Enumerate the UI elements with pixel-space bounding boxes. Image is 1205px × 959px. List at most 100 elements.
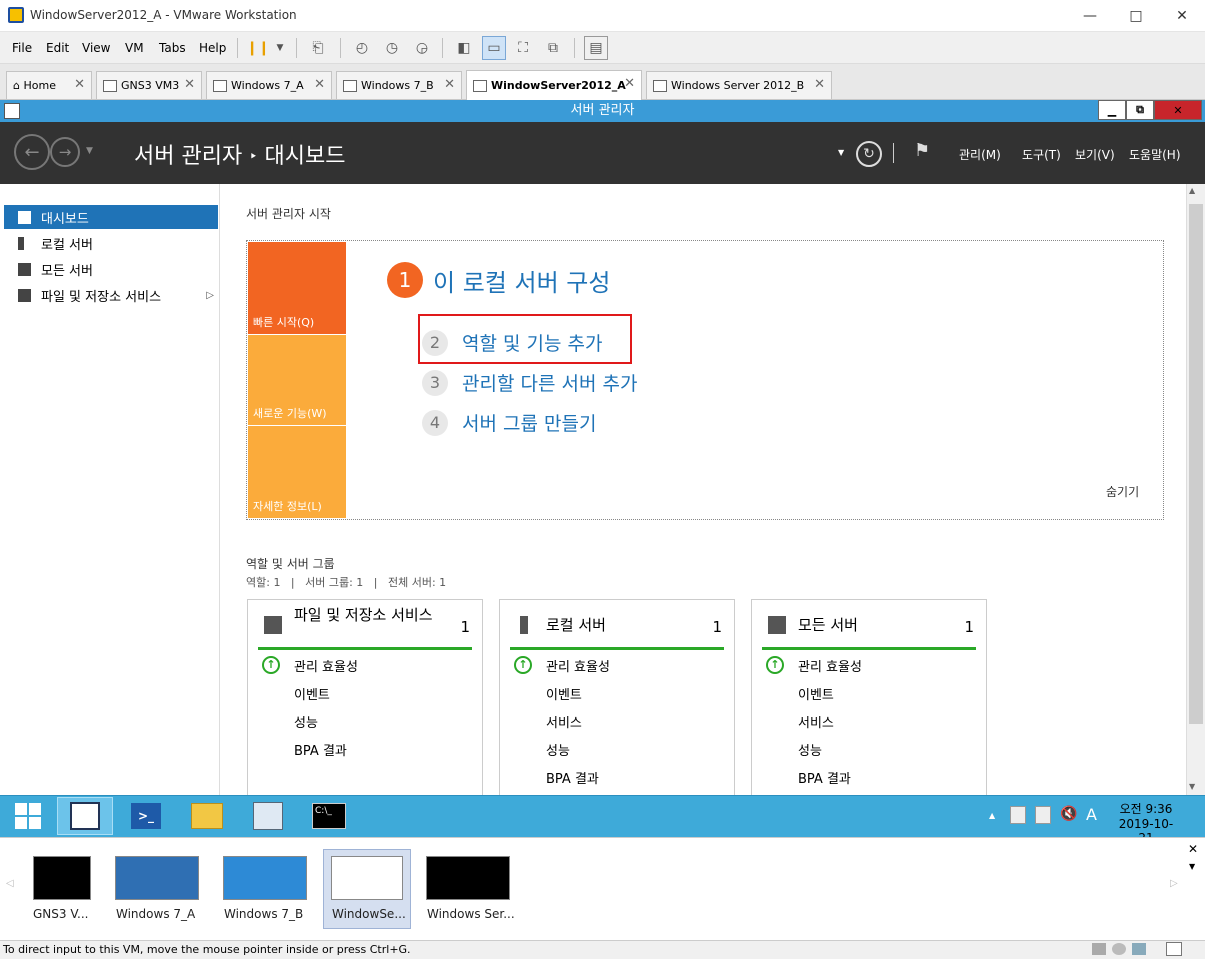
card-row[interactable]: BPA 결과 xyxy=(798,768,851,787)
menu-view[interactable]: View xyxy=(82,41,110,55)
quick-start-block[interactable]: 빠른 시작(Q) xyxy=(248,242,346,334)
notifications-flag-icon[interactable]: ⚑ xyxy=(914,140,930,161)
menu-file[interactable]: File xyxy=(12,41,32,55)
snapshot-manager-icon[interactable]: ◶ xyxy=(410,36,434,60)
taskbar-powershell[interactable]: >_ xyxy=(118,797,174,835)
card-row[interactable]: BPA 결과 xyxy=(294,740,347,759)
card-row[interactable]: 서비스 xyxy=(546,712,582,731)
minimize-button[interactable]: — xyxy=(1067,0,1113,32)
thumb-windows-7-a[interactable] xyxy=(115,856,199,900)
role-card-all-servers[interactable]: 모든 서버 1 ↑ 관리 효율성 이벤트 서비스 성능 BPA 결과 xyxy=(751,599,987,799)
send-ctrl-alt-del-icon[interactable]: ⎗ xyxy=(306,36,330,60)
card-row[interactable]: 관리 효율성 xyxy=(546,656,610,675)
tab-home[interactable]: ⌂ Home ✕ xyxy=(6,71,92,99)
whats-new-block[interactable]: 새로운 기능(W) xyxy=(248,335,346,425)
role-card-file-storage[interactable]: 파일 및 저장소 서비스 1 ↑ 관리 효율성 이벤트 성능 BPA 결과 xyxy=(247,599,483,799)
create-server-group-link[interactable]: 4 서버 그룹 만들기 xyxy=(422,409,596,436)
thumb-windows-server-2012-b[interactable] xyxy=(426,856,510,900)
scroll-thumb[interactable] xyxy=(1189,204,1203,724)
refresh-dropdown-icon[interactable]: ▼ xyxy=(838,148,844,157)
card-row[interactable]: 성능 xyxy=(798,740,822,759)
volume-muted-icon[interactable]: 🔇 xyxy=(1060,806,1077,822)
cd-icon[interactable] xyxy=(1112,943,1126,955)
card-row[interactable]: 이벤트 xyxy=(546,684,582,703)
vertical-scrollbar[interactable]: ▲ ▼ xyxy=(1186,184,1205,795)
taskbar-explorer[interactable] xyxy=(179,797,235,835)
close-icon[interactable]: ✕ xyxy=(624,76,635,91)
back-arrow-icon[interactable]: ← xyxy=(14,134,50,170)
menu-view-sm[interactable]: 보기(V) xyxy=(1075,146,1115,163)
tab-windows-server-2012-b[interactable]: Windows Server 2012_B ✕ xyxy=(646,71,832,99)
menu-help-sm[interactable]: 도움말(H) xyxy=(1129,146,1181,163)
close-icon[interactable]: ✕ xyxy=(184,77,195,92)
action-center-icon[interactable] xyxy=(1010,806,1026,824)
fullscreen-icon[interactable]: ⛶ xyxy=(511,36,535,60)
scroll-down-icon[interactable]: ▼ xyxy=(1189,782,1195,791)
close-window-button[interactable]: ✕ xyxy=(1159,0,1205,32)
taskbar-control-panel[interactable] xyxy=(240,797,296,835)
sm-close-button[interactable]: ✕ xyxy=(1154,100,1202,120)
card-row[interactable]: 관리 효율성 xyxy=(798,656,862,675)
card-row[interactable]: 서비스 xyxy=(798,712,834,731)
thumbs-scroll-right-icon[interactable]: ▷ xyxy=(1170,878,1178,889)
close-icon[interactable]: ✕ xyxy=(314,77,325,92)
message-log-icon[interactable] xyxy=(1166,942,1182,956)
menu-manage[interactable]: 관리(M) xyxy=(959,146,1001,163)
start-button[interactable] xyxy=(0,797,56,835)
card-row[interactable]: BPA 결과 xyxy=(546,768,599,787)
tray-expand-icon[interactable]: ▲ xyxy=(989,811,995,820)
sidebar-item-local-server[interactable]: 로컬 서버 xyxy=(4,231,218,255)
thumbs-menu-icon[interactable]: ▼ xyxy=(1189,862,1195,871)
taskbar-cmd[interactable]: C:\_ xyxy=(301,797,357,835)
ime-indicator[interactable]: A xyxy=(1086,805,1097,824)
pause-icon[interactable]: ❙❙ xyxy=(246,36,270,60)
network-adapter-icon[interactable] xyxy=(1132,943,1146,955)
thumbs-scroll-left-icon[interactable]: ◁ xyxy=(6,878,14,889)
menu-vm[interactable]: VM xyxy=(125,41,144,55)
hide-link[interactable]: 숨기기 xyxy=(1106,483,1139,500)
tab-windows-7-a[interactable]: Windows 7_A ✕ xyxy=(206,71,332,99)
history-dropdown-icon[interactable]: ▼ xyxy=(86,146,93,156)
card-row[interactable]: 성능 xyxy=(294,712,318,731)
configure-local-server-link[interactable]: 1 이 로컬 서버 구성 xyxy=(387,262,610,298)
snapshot-icon[interactable]: ◴ xyxy=(350,36,374,60)
thumb-windowserver2012-a[interactable] xyxy=(331,856,403,900)
close-icon[interactable]: ✕ xyxy=(74,77,85,92)
revert-snapshot-icon[interactable]: ◷ xyxy=(380,36,404,60)
sm-restore-button[interactable]: ⧉ xyxy=(1126,100,1154,120)
menu-tabs[interactable]: Tabs xyxy=(159,41,186,55)
thumbs-close-icon[interactable]: ✕ xyxy=(1188,842,1198,856)
card-row[interactable]: 성능 xyxy=(546,740,570,759)
chevron-down-icon[interactable]: ▼ xyxy=(268,36,292,60)
library-icon[interactable]: ◧ xyxy=(452,36,476,60)
menu-tools[interactable]: 도구(T) xyxy=(1022,146,1061,163)
menu-help[interactable]: Help xyxy=(199,41,226,55)
tab-gns3-vm3[interactable]: GNS3 VM3 ✕ xyxy=(96,71,202,99)
refresh-icon[interactable]: ↻ xyxy=(856,141,882,167)
maximize-button[interactable]: □ xyxy=(1113,0,1159,32)
sidebar-item-dashboard[interactable]: 대시보드 xyxy=(4,205,218,229)
sidebar-item-file-storage[interactable]: 파일 및 저장소 서비스 ▷ xyxy=(4,283,218,307)
taskbar-server-manager[interactable] xyxy=(57,797,113,835)
sidebar-item-all-servers[interactable]: 모든 서버 xyxy=(4,257,218,281)
close-icon[interactable]: ✕ xyxy=(814,77,825,92)
card-row[interactable]: 관리 효율성 xyxy=(294,656,358,675)
thumb-gns3[interactable] xyxy=(33,856,91,900)
close-icon[interactable]: ✕ xyxy=(444,77,455,92)
hdd-icon[interactable] xyxy=(1092,943,1106,955)
learn-more-block[interactable]: 자세한 정보(L) xyxy=(248,426,346,518)
scroll-up-icon[interactable]: ▲ xyxy=(1189,186,1195,195)
card-row[interactable]: 이벤트 xyxy=(294,684,330,703)
tab-windowserver2012-a[interactable]: WindowServer2012_A ✕ xyxy=(466,70,642,100)
add-other-servers-link[interactable]: 3 관리할 다른 서버 추가 xyxy=(422,369,637,396)
chevron-right-icon[interactable]: ▷ xyxy=(206,290,214,301)
add-roles-features-link[interactable]: 2 역할 및 기능 추가 xyxy=(422,329,602,356)
menu-edit[interactable]: Edit xyxy=(46,41,69,55)
card-row[interactable]: 이벤트 xyxy=(798,684,834,703)
thumbnail-bar-icon[interactable]: ▭ xyxy=(482,36,506,60)
forward-arrow-icon[interactable]: → xyxy=(50,137,80,167)
unity-icon[interactable]: ⧉ xyxy=(541,36,565,60)
thumb-windows-7-b[interactable] xyxy=(223,856,307,900)
role-card-local-server[interactable]: 로컬 서버 1 ↑ 관리 효율성 이벤트 서비스 성능 BPA 결과 xyxy=(499,599,735,799)
sm-minimize-button[interactable]: ▁ xyxy=(1098,100,1126,120)
